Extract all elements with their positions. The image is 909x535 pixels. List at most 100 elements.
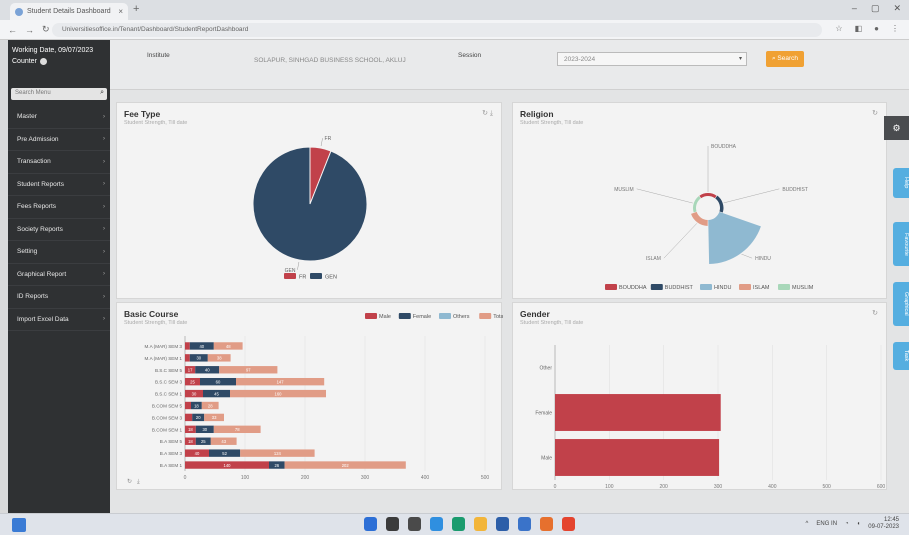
side-tab-task[interactable]: Task	[893, 342, 909, 370]
user-avatar-icon[interactable]	[39, 57, 47, 65]
close-tab-icon[interactable]: ×	[118, 7, 123, 16]
sidebar-item-pre-admission[interactable]: Pre Admission ›	[8, 129, 110, 151]
bookmark-icon[interactable]: ☆	[835, 24, 842, 33]
address-bar: ← → ↻ Universitiesoffice.in/Tenant/Dashb…	[0, 20, 909, 40]
minimize-icon[interactable]: –	[852, 3, 857, 14]
x-tick-label: 100	[605, 484, 614, 490]
taskbar-apps	[364, 517, 575, 531]
religion-panel: Religion Student Strength, Till date ↻ M…	[512, 102, 887, 299]
forward-icon[interactable]: →	[25, 25, 34, 35]
firefox-icon[interactable]	[540, 517, 553, 531]
mail-icon[interactable]	[518, 517, 531, 531]
extensions-icon[interactable]: ◧	[855, 24, 863, 33]
legend-swatch	[700, 284, 712, 290]
chrome-icon[interactable]	[562, 517, 575, 531]
institute-select[interactable]: SOLAPUR, SINHGAD BUSINESS SCHOOL, AKLUJ	[248, 54, 430, 68]
rose-slice-hindu	[708, 211, 761, 264]
back-icon[interactable]: ←	[8, 25, 17, 35]
session-value: 2023-2024	[564, 56, 596, 63]
bar-data-label: 20	[196, 415, 201, 420]
bar-data-label: 40	[199, 344, 204, 349]
bar-data-label: 17	[188, 368, 193, 373]
side-tab-favourite[interactable]: Favourite	[893, 222, 909, 266]
clock[interactable]: 12:45 09-07-2023	[868, 517, 899, 531]
download-icon: ⤓	[137, 478, 140, 485]
x-tick-label: 300	[714, 484, 723, 490]
sidebar-item-id-reports[interactable]: ID Reports ›	[8, 286, 110, 309]
sidebar-item-label: Society Reports	[17, 225, 63, 233]
volume-icon[interactable]: ◖	[857, 521, 861, 527]
search-taskbar-icon[interactable]	[386, 517, 399, 531]
bar-data-label: 45	[214, 391, 219, 396]
menu-icon[interactable]: ⋮	[891, 24, 899, 33]
sidebar-item-label: Setting	[17, 248, 38, 256]
sidebar: Working Date, 09/07/2023 Counter Search …	[8, 40, 110, 513]
sidebar-item-master[interactable]: Master ›	[8, 106, 110, 129]
task-view-icon[interactable]	[408, 517, 421, 531]
wifi-icon[interactable]: ◔	[845, 521, 849, 527]
start-icon[interactable]	[364, 517, 377, 531]
chevron-right-icon: ›	[103, 136, 105, 143]
widgets-icon[interactable]	[12, 518, 26, 532]
profile-icon[interactable]: ●	[874, 24, 879, 33]
legend-label: Male	[379, 314, 391, 320]
bar-data-label: 30	[192, 391, 197, 396]
maximize-icon[interactable]: ▢	[871, 3, 880, 14]
rose-leader-line	[663, 223, 698, 259]
sidebar-item-label: Fees Reports	[17, 203, 57, 211]
x-tick-label: 0	[554, 484, 557, 490]
x-tick-label: 600	[877, 484, 886, 490]
bar-segment-male	[185, 401, 191, 410]
search-button[interactable]: ⌕ Search	[766, 51, 804, 67]
search-icon[interactable]: ⌕	[100, 89, 104, 97]
sidebar-item-graphical-report[interactable]: Graphical Report ›	[8, 264, 110, 286]
sidebar-item-label: Student Reports	[17, 180, 64, 188]
tray-chevron-icon[interactable]: ^	[806, 521, 809, 527]
y-tick-label: B.S.C SEM 1	[155, 392, 183, 397]
bar-data-label: 25	[190, 379, 195, 384]
taskbar: ^ ENG IN ◔ ◖ 12:45 09-07-2023	[0, 513, 909, 535]
sidebar-item-transaction[interactable]: Transaction ›	[8, 151, 110, 174]
bar-data-label: 202	[342, 463, 350, 468]
language-indicator[interactable]: ENG IN	[816, 521, 837, 527]
bar-data-label: 124	[274, 451, 282, 456]
bar-data-label: 52	[222, 451, 227, 456]
side-tab-help[interactable]: Help	[893, 168, 909, 198]
chevron-right-icon: ›	[103, 203, 105, 210]
sidebar-item-society-reports[interactable]: Society Reports ›	[8, 219, 110, 241]
chat-icon[interactable]	[430, 517, 443, 531]
bar-data-label: 30	[202, 427, 207, 432]
rose-slice-buddhist	[715, 195, 724, 213]
sidebar-item-label: ID Reports	[17, 293, 49, 301]
session-select[interactable]: 2023-2024 ▾	[557, 52, 747, 66]
legend-swatch	[310, 273, 322, 279]
bar-male	[555, 439, 720, 476]
store-icon[interactable]	[496, 517, 509, 531]
rose-slice-bouddha	[699, 193, 717, 199]
sidebar-item-setting[interactable]: Setting ›	[8, 241, 110, 264]
legend-label: MUSLIM	[792, 285, 814, 291]
dashboard-content: Fee Type Student Strength, Till date ↻ ⤓…	[110, 90, 909, 513]
sidebar-item-fees-reports[interactable]: Fees Reports ›	[8, 196, 110, 219]
basic-course-chart: Male Female Others Total 0 100 200 300 400 500 M.A…	[127, 313, 503, 485]
sidebar-item-import-excel-data[interactable]: Import Excel Data ›	[8, 309, 110, 331]
new-tab-icon[interactable]: +	[133, 3, 139, 15]
settings-gear-icon[interactable]: ⚙	[884, 116, 909, 140]
y-tick-label: B.S.C SEM 3	[155, 380, 183, 385]
edge-icon[interactable]	[452, 517, 465, 531]
side-tab-graphical[interactable]: Graphical	[893, 282, 909, 326]
chevron-right-icon: ›	[103, 248, 105, 255]
url-input[interactable]: Universitiesoffice.in/Tenant/Dashboard/S…	[52, 23, 822, 37]
sidebar-search-input[interactable]: Search Menu ⌕	[11, 88, 107, 100]
legend-label: ISLAM	[753, 285, 770, 291]
bar-data-label: 97	[246, 368, 251, 373]
gender-chart: 0 100 200 300 400 500 600 Other Female Male	[535, 345, 886, 490]
search-button-icon: ⌕	[771, 55, 776, 62]
file-explorer-icon[interactable]	[474, 517, 487, 531]
bar-data-label: 140	[224, 463, 232, 468]
sidebar-item-label: Import Excel Data	[17, 315, 69, 323]
reload-icon[interactable]: ↻	[42, 24, 50, 35]
close-window-icon[interactable]: ✕	[893, 3, 901, 14]
sidebar-item-student-reports[interactable]: Student Reports ›	[8, 174, 110, 196]
browser-tab[interactable]: Student Details Dashboard ×	[10, 3, 128, 20]
